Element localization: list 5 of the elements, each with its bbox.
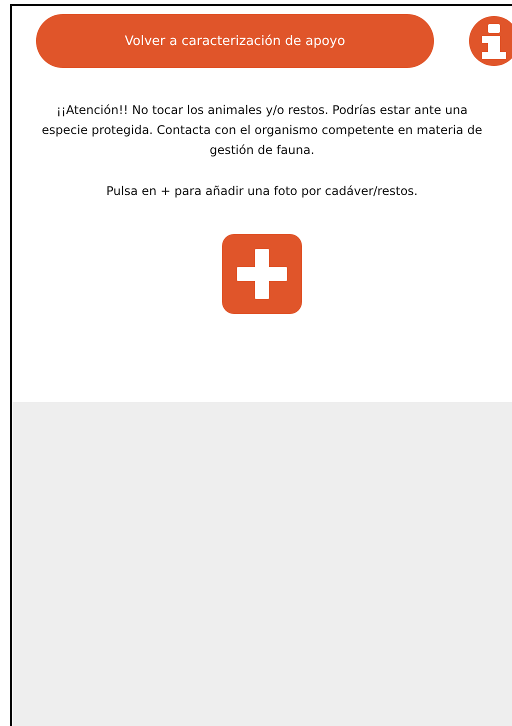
back-button[interactable]: Volver a caracterización de apoyo [36,14,434,68]
add-photo-icon[interactable] [222,234,302,314]
info-icon[interactable] [468,16,512,66]
warning-text: ¡¡Atención!! No tocar los animales y/o restos. Podrías estar ante una especie protegida. Contacta con el organismo competente en materia de gestión de fauna. [40,102,484,159]
instruction-text: Pulsa en + para añadir una foto por cadáver/restos. [106,184,418,198]
